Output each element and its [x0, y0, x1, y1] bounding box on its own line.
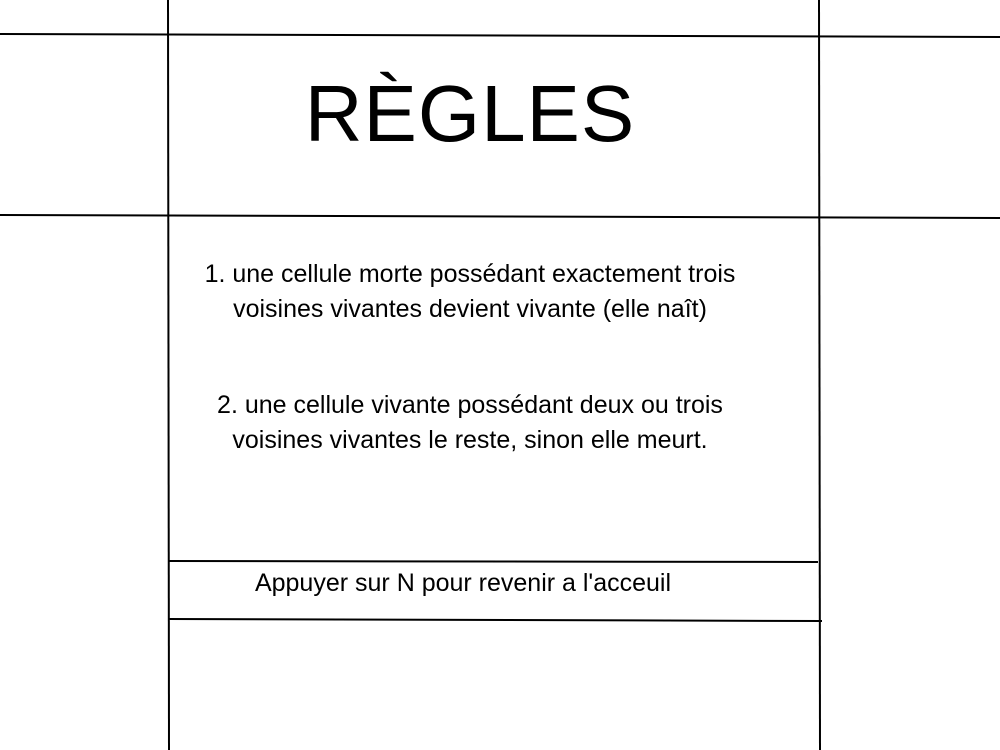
footer-top-line [167, 560, 819, 563]
title-bottom-line [0, 214, 1000, 219]
right-vertical-line [818, 0, 821, 750]
rule-2: 2. une cellule vivante possédant deux ou… [168, 388, 772, 458]
rule-2-line-2: voisines vivantes le reste, sinon elle m… [232, 426, 708, 454]
title-top-line [0, 33, 1000, 38]
rule-2-line-1: 2. une cellule vivante possédant deux ou… [217, 391, 723, 419]
rule-1-line-1: 1. une cellule morte possédant exactemen… [204, 260, 736, 288]
rule-1-line-2: voisines vivantes devient vivante (elle … [233, 295, 707, 323]
rule-1: 1. une cellule morte possédant exactemen… [168, 257, 772, 327]
page-title: RÈGLES [304, 69, 636, 158]
back-to-home-instruction: Appuyer sur N pour revenir a l'acceuil [254, 569, 672, 597]
footer-bottom-line [167, 618, 823, 622]
